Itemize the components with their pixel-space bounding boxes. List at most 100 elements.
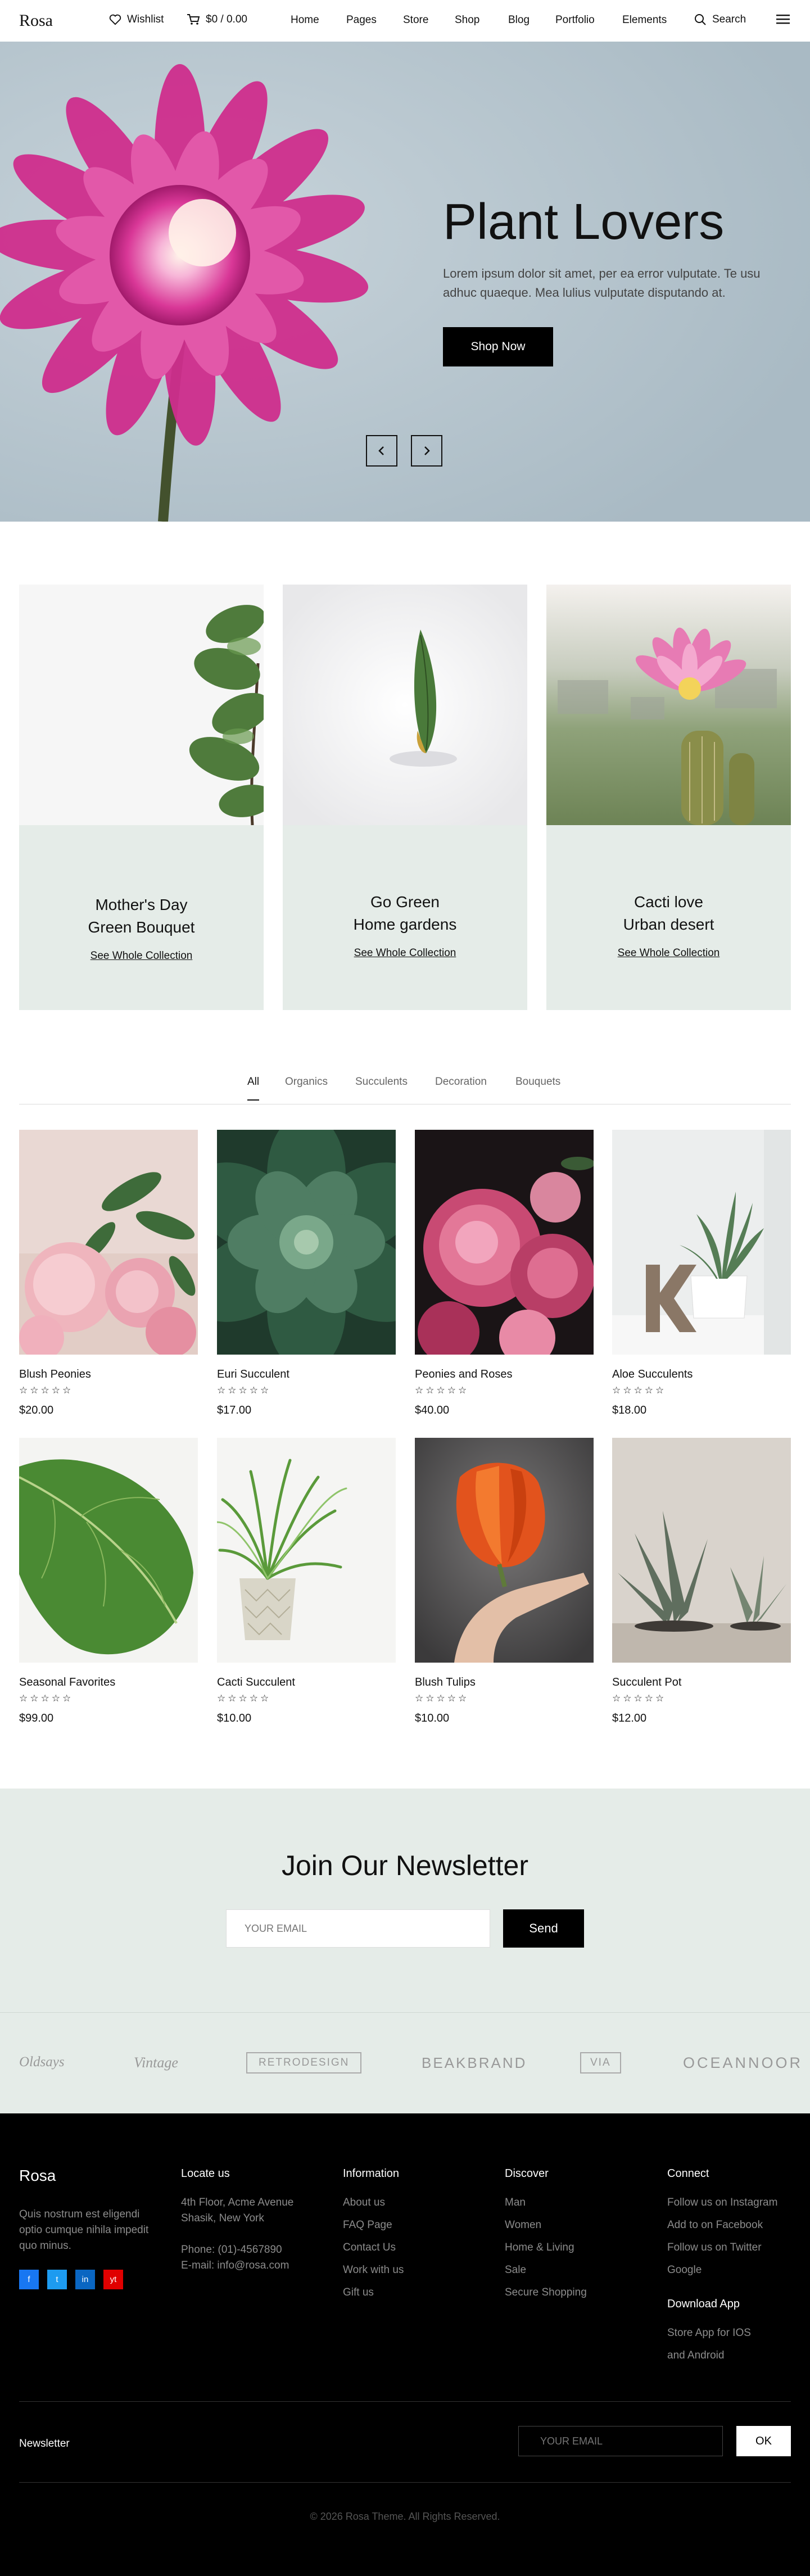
brand-logo-beakbrand[interactable]: BEAKBRAND [422, 2054, 527, 2072]
footer-link-instagram[interactable]: Follow us on Instagram [667, 2197, 777, 2209]
product-name[interactable]: Seasonal Favorites [19, 1676, 115, 1689]
product-image[interactable] [612, 1130, 791, 1355]
footer-email[interactable]: E-mail: info@rosa.com [181, 2260, 289, 2272]
footer-about-text: Quis nostrum est eligendi optio cumque n… [19, 2208, 149, 2252]
footer-link-faq[interactable]: FAQ Page [343, 2219, 392, 2231]
product-image[interactable] [415, 1438, 594, 1663]
product-image[interactable] [19, 1130, 198, 1355]
facebook-icon[interactable]: f [19, 2270, 39, 2289]
brand-logo-oldsays[interactable]: Oldsays [19, 2054, 65, 2070]
product-name[interactable]: Succulent Pot [612, 1676, 681, 1689]
newsletter-email-input[interactable] [226, 1909, 490, 1948]
see-collection-link[interactable]: See Whole Collection [546, 947, 791, 959]
tab-succulents[interactable]: Succulents [355, 1076, 408, 1088]
brand-logo-via[interactable]: VIA [580, 2052, 621, 2074]
product-image[interactable] [217, 1130, 396, 1355]
footer-link-man[interactable]: Man [505, 2197, 526, 2209]
brand-logo-oceannoor[interactable]: OCEANNOOR [683, 2054, 803, 2072]
product-card[interactable]: Succulent Pot ☆☆☆☆☆ $12.00 [612, 1438, 791, 1741]
product-card[interactable]: Blush Tulips ☆☆☆☆☆ $10.00 [415, 1438, 594, 1741]
nav-pages[interactable]: Pages [346, 14, 377, 26]
cart-link[interactable]: $0 / 0.00 [187, 13, 247, 26]
product-name[interactable]: Blush Peonies [19, 1368, 91, 1381]
product-card[interactable]: Peonies and Roses ☆☆☆☆☆ $40.00 [415, 1130, 594, 1433]
newsletter-send-button[interactable]: Send [503, 1909, 584, 1948]
footer-link-app-ios[interactable]: Store App for IOS [667, 2327, 751, 2339]
product-image[interactable] [612, 1438, 791, 1663]
product-name[interactable]: Euri Succulent [217, 1368, 289, 1381]
nav-portfolio[interactable]: Portfolio [555, 14, 595, 26]
category-image [546, 585, 791, 825]
site-logo[interactable]: Rosa [19, 11, 53, 30]
slider-next-button[interactable] [411, 435, 442, 467]
footer-link-sale[interactable]: Sale [505, 2264, 526, 2276]
category-image [283, 585, 527, 825]
product-name[interactable]: Cacti Succulent [217, 1676, 295, 1689]
category-title-line2: Green Bouquet [88, 918, 195, 936]
footer-address-line1: 4th Floor, Acme Avenue [181, 2197, 294, 2208]
footer-link-gift[interactable]: Gift us [343, 2287, 374, 2299]
search-label: Search [712, 13, 746, 25]
youtube-icon[interactable]: yt [103, 2270, 123, 2289]
product-name[interactable]: Aloe Succulents [612, 1368, 693, 1381]
footer-link-home-living[interactable]: Home & Living [505, 2242, 574, 2254]
footer-link-work[interactable]: Work with us [343, 2264, 404, 2276]
brand-logo-vintage[interactable]: Vintage [134, 2054, 178, 2071]
category-card-cacti-love[interactable]: Cacti love Urban desert See Whole Collec… [546, 585, 791, 1010]
search-link[interactable]: Search [694, 13, 746, 26]
product-card[interactable]: Blush Peonies ☆☆☆☆☆ $20.00 [19, 1130, 198, 1433]
tab-all[interactable]: All [247, 1076, 260, 1101]
footer-newsletter-ok-button[interactable]: OK [736, 2426, 791, 2456]
product-price: $17.00 [217, 1404, 252, 1416]
hamburger-menu-icon[interactable] [776, 13, 790, 25]
wishlist-link[interactable]: Wishlist [109, 13, 164, 26]
tab-bouquets[interactable]: Bouquets [515, 1076, 560, 1088]
shop-now-button[interactable]: Shop Now [443, 327, 553, 366]
footer-divider [19, 2401, 791, 2402]
footer-link-app-android[interactable]: and Android [667, 2349, 724, 2362]
product-rating-stars: ☆☆☆☆☆ [19, 1693, 74, 1704]
product-name[interactable]: Peonies and Roses [415, 1368, 512, 1381]
see-collection-link[interactable]: See Whole Collection [19, 950, 264, 962]
footer-link-women[interactable]: Women [505, 2219, 541, 2231]
brand-logos: Oldsays Vintage RETRODESIGN BEAKBRAND VI… [0, 2012, 810, 2113]
product-price: $18.00 [612, 1404, 647, 1416]
product-card[interactable]: Cacti Succulent ☆☆☆☆☆ $10.00 [217, 1438, 396, 1741]
brand-logo-retrodesign[interactable]: RETRODESIGN [246, 2052, 362, 2074]
footer-link-secure-shopping[interactable]: Secure Shopping [505, 2287, 587, 2299]
category-title-line2: Home gardens [353, 916, 457, 933]
cart-icon [187, 14, 200, 25]
nav-blog[interactable]: Blog [508, 14, 530, 26]
category-title-line2: Urban desert [623, 916, 714, 933]
product-card[interactable]: Seasonal Favorites ☆☆☆☆☆ $99.00 [19, 1438, 198, 1741]
product-image[interactable] [19, 1438, 198, 1663]
slider-prev-button[interactable] [366, 435, 397, 467]
footer-link-twitter[interactable]: Follow us on Twitter [667, 2242, 762, 2254]
footer-link-google[interactable]: Google [667, 2264, 702, 2276]
footer-newsletter-email-input[interactable] [518, 2426, 723, 2456]
footer-link-contact[interactable]: Contact Us [343, 2242, 396, 2254]
newsletter-title: Join Our Newsletter [281, 1850, 529, 1881]
product-name[interactable]: Blush Tulips [415, 1676, 476, 1689]
twitter-icon[interactable]: t [47, 2270, 67, 2289]
category-card-mothers-day[interactable]: Mother's Day Green Bouquet See Whole Col… [19, 585, 264, 1010]
product-card[interactable]: Euri Succulent ☆☆☆☆☆ $17.00 [217, 1130, 396, 1433]
nav-home[interactable]: Home [291, 14, 319, 26]
category-card-go-green[interactable]: Go Green Home gardens See Whole Collecti… [283, 585, 527, 1010]
footer-link-facebook[interactable]: Add to on Facebook [667, 2219, 763, 2231]
footer-logo[interactable]: Rosa [19, 2167, 56, 2185]
linkedin-icon[interactable]: in [75, 2270, 95, 2289]
product-rating-stars: ☆☆☆☆☆ [217, 1693, 271, 1704]
product-image[interactable] [217, 1438, 396, 1663]
see-collection-link[interactable]: See Whole Collection [283, 947, 527, 959]
nav-store[interactable]: Store [403, 14, 428, 26]
tab-organics[interactable]: Organics [285, 1076, 328, 1088]
product-card[interactable]: Aloe Succulents ☆☆☆☆☆ $18.00 [612, 1130, 791, 1433]
tab-decoration[interactable]: Decoration [435, 1076, 487, 1088]
nav-shop[interactable]: Shop [455, 14, 479, 26]
product-image[interactable] [415, 1130, 594, 1355]
footer-link-about[interactable]: About us [343, 2197, 385, 2209]
footer-download-heading: Download App [667, 2298, 740, 2310]
nav-elements[interactable]: Elements [622, 14, 667, 26]
footer-connect-heading: Connect [667, 2167, 709, 2180]
